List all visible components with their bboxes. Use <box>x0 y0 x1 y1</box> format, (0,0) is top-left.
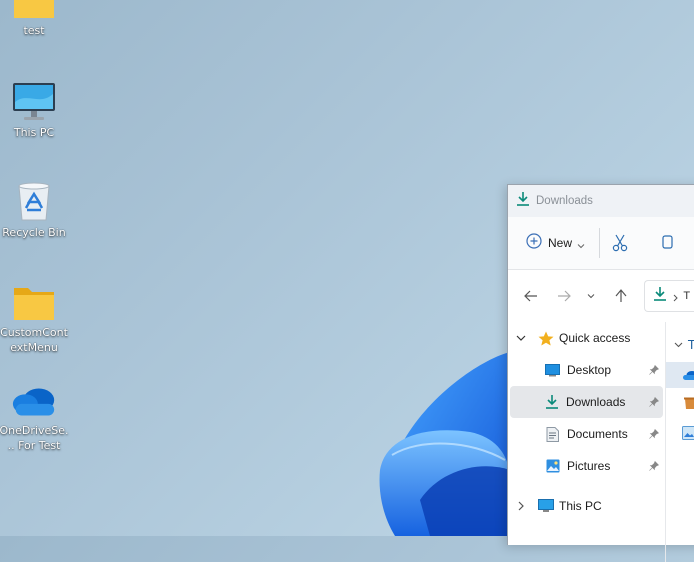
recycle-bin-icon <box>10 174 58 222</box>
breadcrumb-chevron-icon <box>673 287 678 306</box>
sidebar-item-label: Desktop <box>567 363 611 377</box>
file-explorer-window[interactable]: Downloads New <box>507 184 694 545</box>
command-bar: New <box>508 217 694 270</box>
recent-locations-chevron-icon[interactable] <box>586 284 597 308</box>
desktop-icon-this-pc[interactable]: This PC <box>0 74 70 140</box>
chevron-down-icon[interactable] <box>674 342 683 348</box>
onedrive-cloud-icon <box>10 372 58 420</box>
desktop-icon-label: CustomContextMenu <box>0 325 70 355</box>
monitor-icon <box>10 74 58 122</box>
sidebar-item-label: Downloads <box>566 395 625 409</box>
desktop-icon-onedrive[interactable]: OneDriveSe... For Test <box>0 372 70 453</box>
desktop-icon-label: Recycle Bin <box>0 225 70 240</box>
copy-icon[interactable] <box>660 235 674 251</box>
navigation-pane: Quick access Desktop <box>508 322 665 522</box>
forward-arrow-icon[interactable] <box>553 284 575 308</box>
download-icon <box>516 191 530 211</box>
star-icon <box>538 331 554 346</box>
group-header-label: T <box>688 338 694 352</box>
folder-icon <box>10 0 58 20</box>
desktop-icon-recycle-bin[interactable]: Recycle Bin <box>0 174 70 240</box>
tree-item-this-pc[interactable]: This PC <box>508 490 665 522</box>
image-file-icon <box>682 426 694 440</box>
sidebar-item-label: Documents <box>567 427 628 441</box>
cut-icon[interactable] <box>612 234 628 252</box>
plus-circle-icon <box>526 233 542 253</box>
documents-icon <box>546 427 559 442</box>
sidebar-item-label: Pictures <box>567 459 610 473</box>
window-title: Downloads <box>536 195 593 207</box>
file-row[interactable] <box>666 388 694 418</box>
download-icon <box>545 394 559 410</box>
monitor-icon <box>538 499 554 513</box>
breadcrumb[interactable]: T <box>683 290 690 302</box>
pin-icon[interactable] <box>649 364 659 378</box>
onedrive-cloud-icon <box>682 370 694 381</box>
desktop-icon-label: OneDriveSe... For Test <box>0 423 70 453</box>
download-icon <box>653 286 667 306</box>
tree-item-label: This PC <box>559 499 602 513</box>
chevron-down-icon <box>577 234 585 253</box>
desktop-icon-label: test <box>0 23 70 38</box>
sidebar-item-pictures[interactable]: Pictures <box>508 450 665 482</box>
file-row[interactable] <box>666 362 694 388</box>
file-list-pane: T <box>666 322 694 448</box>
recycle-bin-icon <box>684 396 694 410</box>
pin-icon[interactable] <box>649 428 659 442</box>
up-arrow-icon[interactable] <box>611 284 633 308</box>
address-bar[interactable]: T <box>644 280 694 312</box>
desktop: test This PC Recycle Bin <box>0 0 694 536</box>
sidebar-item-downloads[interactable]: Downloads <box>510 386 663 418</box>
chevron-down-icon[interactable] <box>516 335 530 341</box>
title-bar[interactable]: Downloads <box>508 185 694 217</box>
file-row[interactable] <box>666 418 694 448</box>
pictures-icon <box>546 459 560 473</box>
desktop-icon-label: This PC <box>0 125 70 140</box>
folder-icon <box>10 274 58 322</box>
new-button-label: New <box>548 236 572 250</box>
sidebar-item-documents[interactable]: Documents <box>508 418 665 450</box>
back-arrow-icon[interactable] <box>520 284 542 308</box>
chevron-right-icon[interactable] <box>518 501 532 511</box>
pin-icon[interactable] <box>649 396 659 410</box>
desktop-icon-test[interactable]: test <box>0 0 70 38</box>
toolbar-divider <box>599 228 600 258</box>
pin-icon[interactable] <box>649 460 659 474</box>
group-header[interactable]: T <box>666 322 694 362</box>
new-button[interactable]: New <box>526 228 585 258</box>
tree-item-label: Quick access <box>559 331 630 345</box>
navigation-bar: T <box>508 270 694 322</box>
tree-item-quick-access[interactable]: Quick access <box>508 322 665 354</box>
sidebar-item-desktop[interactable]: Desktop <box>508 354 665 386</box>
desktop-icon-customcontextmenu[interactable]: CustomContextMenu <box>0 274 70 355</box>
desktop-icon <box>545 364 560 377</box>
